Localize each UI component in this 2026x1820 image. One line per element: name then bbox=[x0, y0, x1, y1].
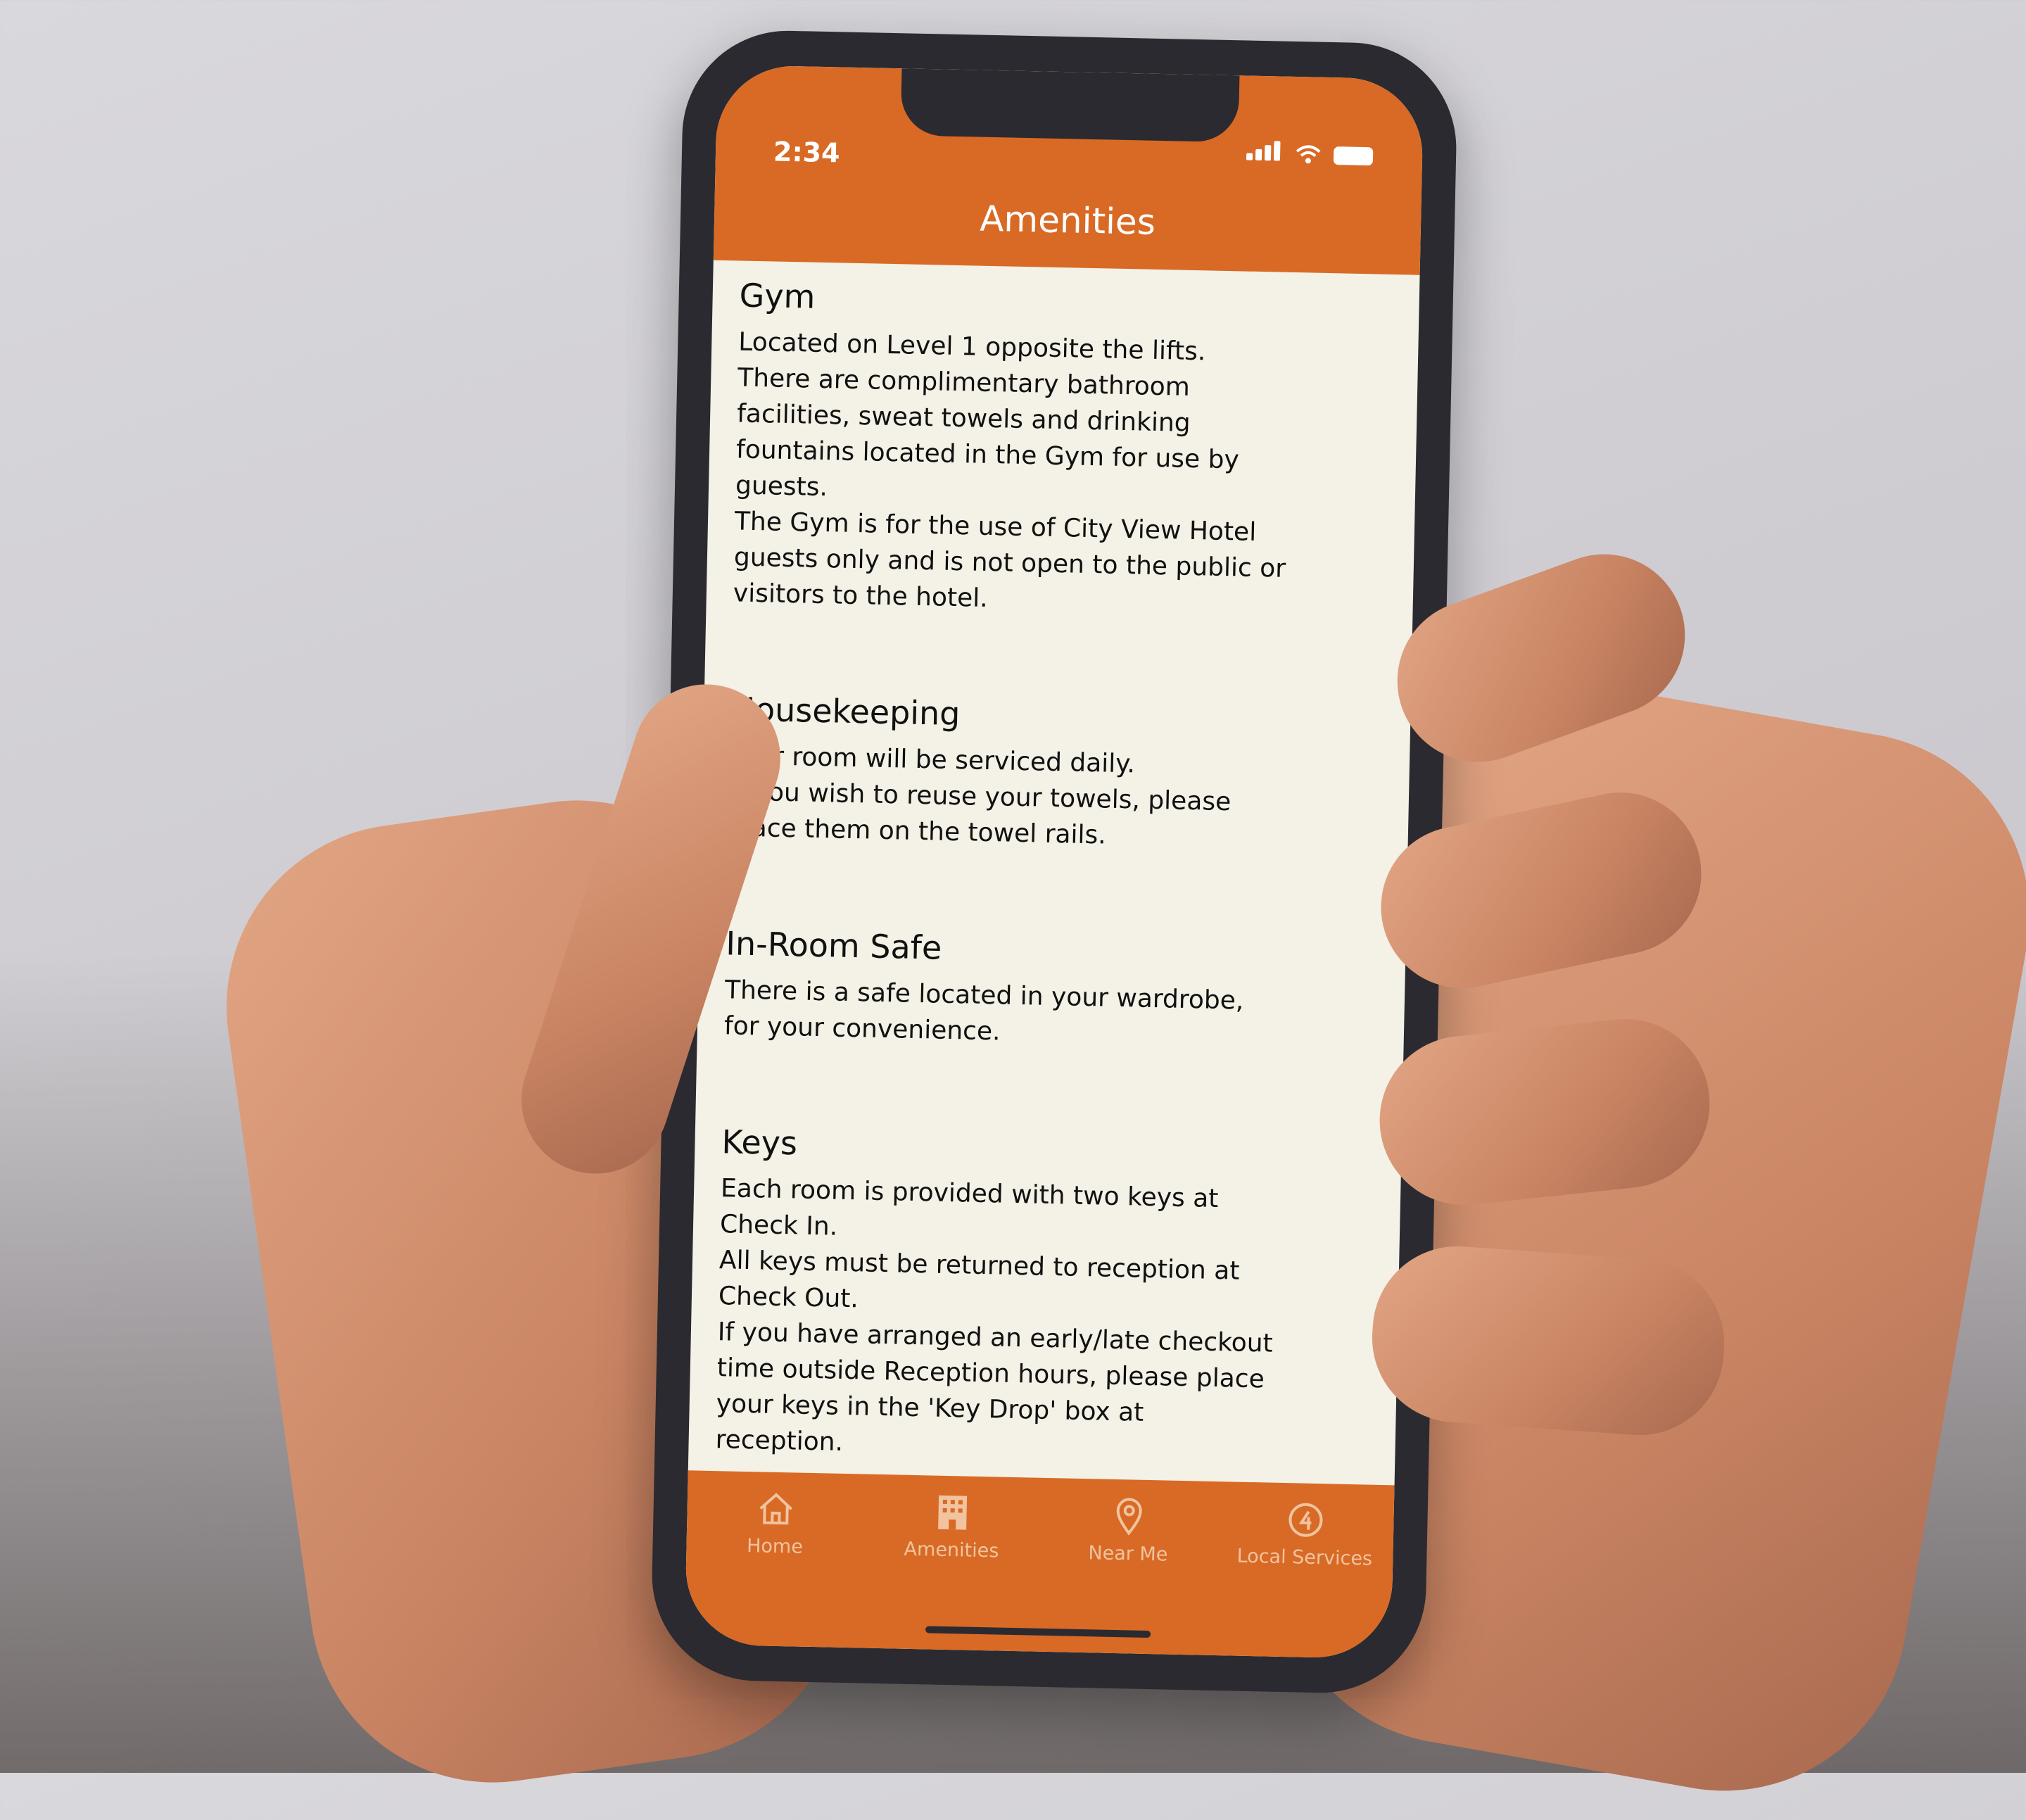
location-pin-icon bbox=[1116, 1498, 1142, 1536]
page-title: Amenities bbox=[979, 198, 1156, 243]
phone: 2:34 Amenities Gym Located on Level 1 op… bbox=[650, 28, 1459, 1695]
signal-icon bbox=[1246, 141, 1284, 164]
section-title: Gym bbox=[739, 276, 816, 316]
amenities-list: Gym Located on Level 1 opposite the lift… bbox=[715, 276, 1394, 1471]
right-finger bbox=[1366, 1240, 1730, 1441]
section-keys: Keys Each room is provided with two keys… bbox=[715, 1123, 1376, 1471]
phone-screen: 2:34 Amenities Gym Located on Level 1 op… bbox=[684, 64, 1424, 1660]
section-title: In-Room Safe bbox=[725, 924, 942, 967]
status-icons bbox=[1246, 141, 1374, 166]
notch bbox=[900, 68, 1240, 143]
tab-label: Local Services bbox=[1236, 1545, 1373, 1570]
tab-home[interactable]: Home bbox=[692, 1486, 857, 1648]
home-icon bbox=[759, 1493, 792, 1525]
section-gym: Gym Located on Level 1 opposite the lift… bbox=[733, 276, 1394, 624]
tab-label: Amenities bbox=[904, 1538, 999, 1562]
section-housekeeping: Housekeeping Your room will be serviced … bbox=[728, 690, 1385, 859]
section-title: Keys bbox=[721, 1123, 798, 1163]
section-in-room-safe: In-Room Safe There is a safe located in … bbox=[723, 924, 1380, 1057]
wifi-icon bbox=[1296, 145, 1321, 164]
building-icon bbox=[937, 1495, 967, 1530]
tab-local-services[interactable]: Local Services bbox=[1222, 1497, 1387, 1659]
battery-icon bbox=[1333, 146, 1374, 166]
services-icon bbox=[1288, 1503, 1322, 1537]
tab-label: Home bbox=[746, 1535, 804, 1558]
tab-label: Near Me bbox=[1088, 1542, 1168, 1566]
status-time: 2:34 bbox=[773, 136, 841, 169]
section-title: Housekeeping bbox=[730, 690, 961, 733]
